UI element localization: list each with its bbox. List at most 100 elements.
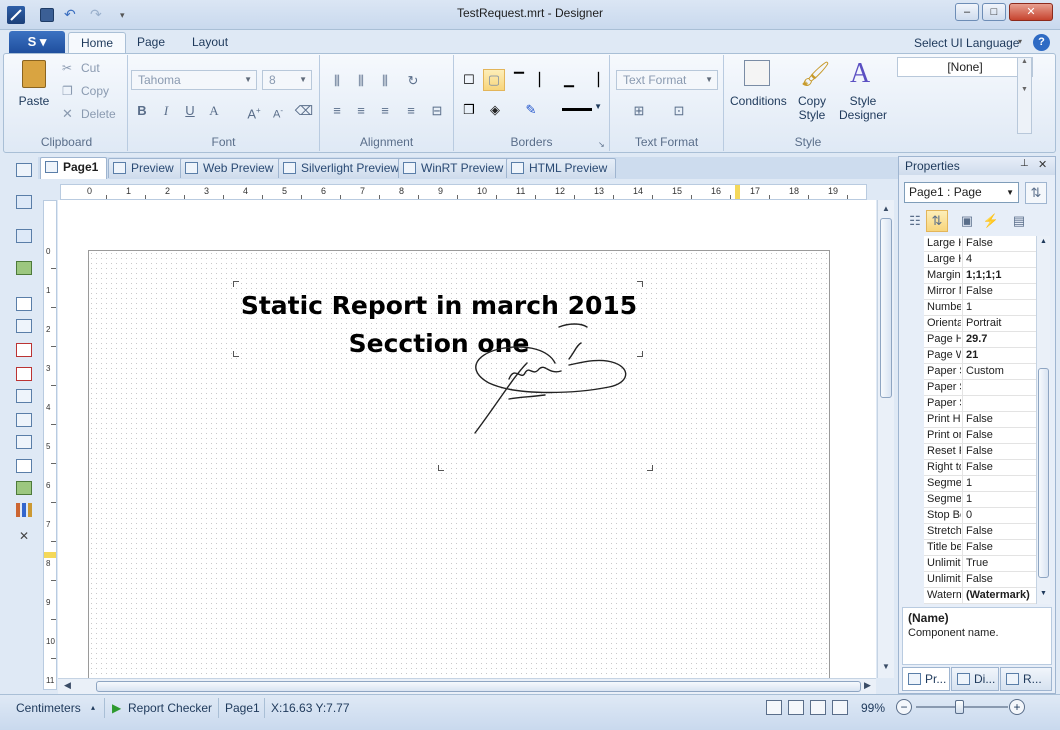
align-top-icon[interactable]: ⫼ xyxy=(326,70,348,92)
property-value[interactable]: 29.7 xyxy=(962,332,1036,348)
horizontal-scroll-thumb[interactable] xyxy=(96,681,861,692)
view-mode-multi-icon[interactable] xyxy=(832,700,848,715)
tab-home[interactable]: Home xyxy=(68,32,127,54)
word-wrap-icon[interactable]: ⊟ xyxy=(426,100,448,122)
tab-html-preview[interactable]: HTML Preview xyxy=(506,158,617,178)
select-ui-language-menu[interactable]: Select UI Language xyxy=(914,36,1019,50)
select-tool-icon[interactable] xyxy=(16,163,32,177)
property-value[interactable] xyxy=(962,380,1036,396)
delete-button[interactable]: Delete xyxy=(81,107,116,121)
property-value[interactable]: 21 xyxy=(962,348,1036,364)
property-value[interactable]: False xyxy=(962,524,1036,540)
property-row[interactable]: Stop Be0 xyxy=(924,508,1036,524)
property-value[interactable]: 0 xyxy=(962,508,1036,524)
property-value[interactable]: 1 xyxy=(962,476,1036,492)
align-center-icon[interactable]: ≡ xyxy=(350,100,372,122)
tab-layout[interactable]: Layout xyxy=(180,32,240,54)
property-row[interactable]: Stretch False xyxy=(924,524,1036,540)
close-icon[interactable]: ✕ xyxy=(1038,158,1047,171)
tab-properties[interactable]: Pr... xyxy=(902,667,950,691)
property-row[interactable]: Paper SCustom xyxy=(924,364,1036,380)
image-tool-icon[interactable] xyxy=(16,261,32,275)
scroll-down-icon[interactable]: ▼ xyxy=(882,662,890,671)
help-button[interactable]: ? xyxy=(1033,34,1050,51)
align-bottom-icon[interactable]: ⫼ xyxy=(374,70,396,92)
font-family-combo[interactable]: Tahoma ▼ xyxy=(131,70,257,90)
label-tool-icon[interactable] xyxy=(16,459,32,473)
right-border-icon[interactable]: ▕ xyxy=(583,69,605,91)
clear-format-icon[interactable]: ⌫ xyxy=(293,100,315,122)
property-value[interactable]: False xyxy=(962,572,1036,588)
component-selector[interactable]: Page1 : Page ▼ xyxy=(904,182,1019,203)
zoom-slider-thumb[interactable] xyxy=(955,700,964,714)
property-row[interactable]: Mirror MFalse xyxy=(924,284,1036,300)
report-checker-button[interactable]: Report Checker xyxy=(128,700,212,716)
property-grid-scrollbar[interactable]: ▲ ▼ xyxy=(1036,236,1050,604)
property-row[interactable]: Margins1;1;1;1 xyxy=(924,268,1036,284)
alphabetical-icon[interactable]: ⇅ xyxy=(926,210,948,232)
maximize-button[interactable]: □ xyxy=(982,3,1006,21)
scroll-down-icon[interactable]: ▼ xyxy=(1040,590,1047,597)
property-value[interactable]: False xyxy=(962,540,1036,556)
signature-image[interactable] xyxy=(469,321,639,441)
conditions-button[interactable]: Conditions xyxy=(730,58,787,110)
align-left-icon[interactable]: ≡ xyxy=(326,100,348,122)
property-row[interactable]: UnlimiteTrue xyxy=(924,556,1036,572)
page-tool-icon[interactable] xyxy=(16,297,32,311)
property-row[interactable]: Large H4 xyxy=(924,252,1036,268)
scroll-right-icon[interactable]: ▶ xyxy=(864,680,871,691)
property-row[interactable]: Page W 21 xyxy=(924,348,1036,364)
property-value[interactable]: 4 xyxy=(962,252,1036,268)
minimize-button[interactable]: – xyxy=(955,3,979,21)
align-justify-icon[interactable]: ≡ xyxy=(400,100,422,122)
property-value[interactable]: True xyxy=(962,556,1036,572)
view-mode-full-icon[interactable] xyxy=(810,700,826,715)
view-mode-normal-icon[interactable] xyxy=(766,700,782,715)
property-scroll-thumb[interactable] xyxy=(1038,368,1049,578)
picture-tool-icon[interactable] xyxy=(16,481,32,495)
property-row[interactable]: Number1 xyxy=(924,300,1036,316)
property-value[interactable]: 1;1;1;1 xyxy=(962,268,1036,284)
property-value[interactable]: False xyxy=(962,284,1036,300)
property-row[interactable]: OrientatPortrait xyxy=(924,316,1036,332)
property-value[interactable]: False xyxy=(962,444,1036,460)
ruler-marker[interactable] xyxy=(735,185,740,199)
chart-tool-icon[interactable] xyxy=(16,503,32,517)
font-size-combo[interactable]: 8 ▼ xyxy=(262,70,312,90)
property-row[interactable]: Segmen1 xyxy=(924,476,1036,492)
tab-dictionary[interactable]: Di... xyxy=(951,667,999,691)
close-button[interactable]: ✕ xyxy=(1009,3,1053,21)
copy-style-button[interactable]: 🖌 Copy Style xyxy=(790,58,834,122)
zoom-in-button[interactable]: + xyxy=(1009,699,1025,715)
copy-button[interactable]: Copy xyxy=(81,84,109,98)
align-right-icon[interactable]: ≡ xyxy=(374,100,396,122)
property-row[interactable]: Print HeFalse xyxy=(924,412,1036,428)
scroll-left-icon[interactable]: ◀ xyxy=(64,680,71,691)
text-tool-icon[interactable] xyxy=(16,343,32,357)
property-value[interactable]: False xyxy=(962,236,1036,252)
property-value[interactable]: Portrait xyxy=(962,316,1036,332)
panel-tool-icon[interactable] xyxy=(16,389,32,403)
selection-handle[interactable] xyxy=(438,465,444,471)
tab-report-tree[interactable]: R... xyxy=(1000,667,1052,691)
property-row[interactable]: Waterm (Watermark) xyxy=(924,588,1036,604)
fill-color-icon[interactable]: ◈ xyxy=(484,99,506,121)
tab-silverlight-preview[interactable]: Silverlight Preview xyxy=(278,158,409,178)
rich-text-tool-icon[interactable] xyxy=(16,367,32,381)
shrink-font-icon[interactable]: A- xyxy=(267,100,289,122)
property-row[interactable]: Title be False xyxy=(924,540,1036,556)
shadow-icon[interactable]: ❒ xyxy=(458,99,480,121)
grow-font-icon[interactable]: A+ xyxy=(243,100,265,122)
scroll-up-icon[interactable]: ▲ xyxy=(882,204,890,213)
property-value[interactable]: (Watermark) xyxy=(962,588,1036,604)
shape-tool-icon[interactable] xyxy=(16,413,32,427)
tools-icon[interactable]: ✕ xyxy=(16,529,32,543)
property-value[interactable]: False xyxy=(962,428,1036,444)
align-middle-icon[interactable]: ⫼ xyxy=(350,70,372,92)
tab-winrt-preview[interactable]: WinRT Preview xyxy=(398,158,513,178)
property-row[interactable]: Print onFalse xyxy=(924,428,1036,444)
property-value[interactable]: False xyxy=(962,412,1036,428)
tab-web-preview[interactable]: Web Preview xyxy=(180,158,283,178)
selection-handle[interactable] xyxy=(647,465,653,471)
border-color-icon[interactable]: ✎ xyxy=(520,99,542,121)
